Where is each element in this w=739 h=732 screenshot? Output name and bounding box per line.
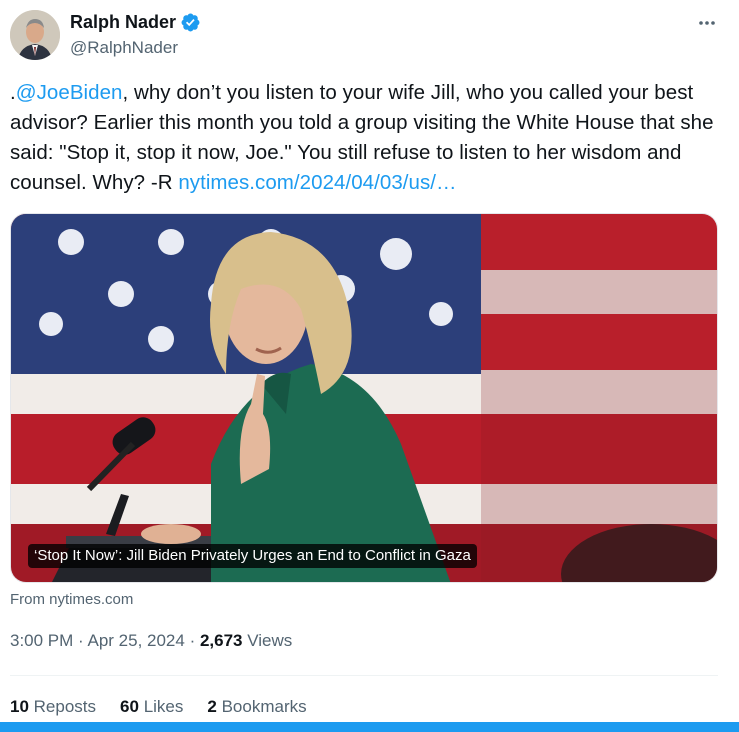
engagement-stats: 10 Reposts 60 Likes 2 Bookmarks xyxy=(10,696,331,718)
tweet: Ralph Nader @RalphNader .@JoeBiden, why … xyxy=(0,0,739,732)
tweet-text: .@JoeBiden, why don’t you listen to your… xyxy=(10,78,722,198)
article-link[interactable]: nytimes.com/2024/04/03/us/… xyxy=(178,171,456,194)
likes-stat[interactable]: 60 Likes xyxy=(120,696,183,718)
more-options-icon[interactable] xyxy=(694,10,720,36)
avatar-image xyxy=(10,10,60,60)
reposts-label: Reposts xyxy=(33,697,97,716)
bookmarks-stat[interactable]: 2 Bookmarks xyxy=(207,696,306,718)
author-handle[interactable]: @RalphNader xyxy=(70,37,178,59)
avatar[interactable] xyxy=(10,10,60,60)
meta-separator: · xyxy=(184,631,200,650)
likes-label: Likes xyxy=(143,697,184,716)
verified-badge-icon[interactable] xyxy=(180,12,201,33)
reposts-count: 10 xyxy=(10,697,29,716)
card-source[interactable]: From nytimes.com xyxy=(10,590,133,610)
bookmarks-label: Bookmarks xyxy=(221,697,307,716)
card-caption: ‘Stop It Now’: Jill Biden Privately Urge… xyxy=(28,544,477,568)
link-card[interactable]: ‘Stop It Now’: Jill Biden Privately Urge… xyxy=(10,213,718,583)
divider xyxy=(10,675,718,676)
author-display-name[interactable]: Ralph Nader xyxy=(70,11,176,33)
views-label: Views xyxy=(242,631,293,650)
likes-count: 60 xyxy=(120,697,139,716)
bookmarks-count: 2 xyxy=(207,697,217,716)
mention-link[interactable]: @JoeBiden xyxy=(16,81,123,104)
meta-separator: · xyxy=(73,631,88,650)
card-photo xyxy=(11,214,717,582)
views-count: 2,673 xyxy=(199,631,243,650)
reposts-stat[interactable]: 10 Reposts xyxy=(10,696,96,718)
tweet-meta: 3:00 PM · Apr 25, 2024 · 2,673 Views xyxy=(10,630,292,652)
bottom-accent-bar xyxy=(0,722,739,732)
tweet-time[interactable]: 3:00 PM xyxy=(10,631,73,650)
author-name-row: Ralph Nader xyxy=(70,11,201,33)
tweet-date[interactable]: Apr 25, 2024 xyxy=(87,631,184,650)
